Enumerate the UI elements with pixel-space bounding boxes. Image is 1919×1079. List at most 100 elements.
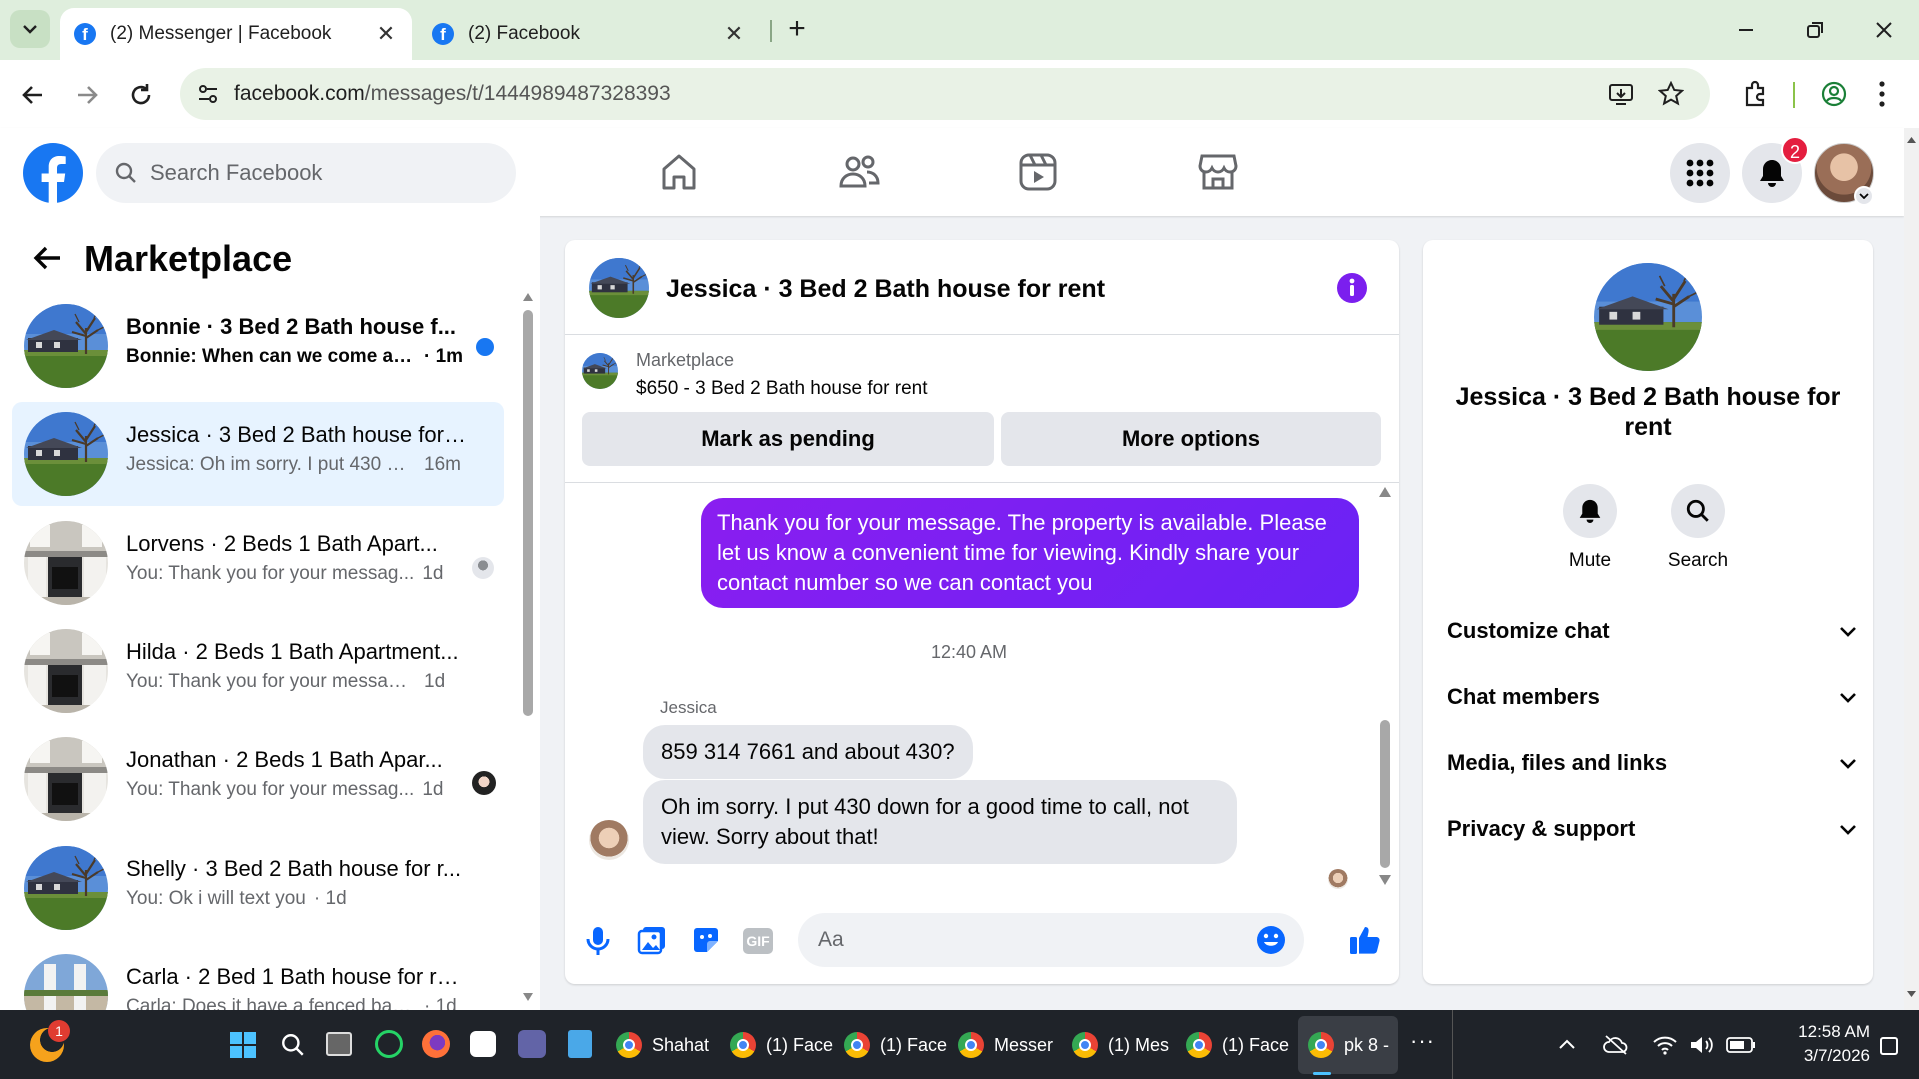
task-view-icon[interactable] [326, 1032, 352, 1056]
chrome-icon [844, 1032, 870, 1058]
clock-date[interactable]: 3/7/2026 [1770, 1046, 1870, 1066]
home-icon[interactable] [657, 150, 701, 194]
info-avatar[interactable] [1594, 263, 1702, 371]
info-icon[interactable] [1336, 272, 1368, 304]
section-customize-chat[interactable]: Customize chat [1447, 618, 1857, 644]
back-arrow-icon[interactable] [20, 82, 46, 108]
incoming-message-bubble[interactable]: 859 314 7661 and about 430? [643, 725, 973, 779]
taskbar-app[interactable]: (1) Face [730, 1028, 833, 1062]
conversation-row[interactable]: Hilda · 2 Beds 1 Bath Apartment... You: T… [12, 619, 504, 723]
windows-start-icon[interactable] [230, 1032, 256, 1058]
section-chat-members[interactable]: Chat members [1447, 684, 1857, 710]
tab-title: (2) Facebook [468, 23, 580, 44]
listing-title[interactable]: $650 - 3 Bed 2 Bath house for rent [636, 378, 928, 400]
mark-as-pending-button[interactable]: Mark as pending [582, 412, 994, 466]
browser-tab-facebook[interactable]: f (2) Facebook ✕ [418, 8, 760, 60]
thumbs-up-icon[interactable] [1349, 924, 1381, 956]
friends-icon[interactable] [837, 150, 881, 194]
search-icon[interactable] [280, 1032, 306, 1058]
search-icon [115, 162, 136, 183]
new-tab-button[interactable]: + [780, 10, 814, 48]
cloud-offline-icon[interactable] [1603, 1034, 1629, 1056]
browser-menu-icon[interactable] [1878, 80, 1886, 108]
taskbar-app[interactable]: (1) Mes [1072, 1028, 1169, 1062]
conversation-row[interactable]: Shelly · 3 Bed 2 Bath house for r... You:… [12, 836, 504, 940]
more-options-button[interactable]: More options [1001, 412, 1381, 466]
clock-time[interactable]: 12:58 AM [1770, 1022, 1870, 1042]
facebook-logo-icon[interactable] [23, 143, 83, 203]
tab-search-button[interactable] [10, 10, 50, 48]
taskbar-app[interactable]: Shahat [616, 1028, 709, 1062]
conversation-row[interactable]: Lorvens · 2 Beds 1 Bath Apart... You: Tha… [12, 511, 504, 615]
listing-thumbnail[interactable] [582, 353, 618, 389]
mute-button[interactable] [1563, 484, 1617, 538]
account-chevron-icon[interactable] [1854, 186, 1874, 206]
site-info-icon[interactable] [196, 82, 220, 106]
chat-header-title[interactable]: Jessica · 3 Bed 2 Bath house for rent [666, 275, 1105, 304]
wifi-icon[interactable] [1652, 1034, 1678, 1056]
attach-photo-icon[interactable] [637, 925, 667, 955]
section-media-files-links[interactable]: Media, files and links [1447, 750, 1857, 776]
back-arrow-icon[interactable] [32, 244, 62, 272]
taskbar-overflow-button[interactable]: ··· [1410, 1028, 1435, 1054]
taskbar-app[interactable]: (1) Face [844, 1028, 947, 1062]
browser-tab-messenger[interactable]: f (2) Messenger | Facebook ✕ [60, 8, 412, 60]
incoming-message-bubble[interactable]: Oh im sorry. I put 430 down for a good t… [643, 780, 1237, 864]
notepad-icon[interactable] [568, 1030, 592, 1058]
reload-icon[interactable] [128, 82, 154, 108]
taskbar-app[interactable]: (1) Face [1186, 1028, 1289, 1062]
extensions-icon[interactable] [1741, 80, 1769, 108]
search-in-chat-button[interactable] [1671, 484, 1725, 538]
firefox-icon[interactable] [422, 1030, 450, 1058]
chrome-icon [1072, 1032, 1098, 1058]
taskbar-app[interactable]: Messer [958, 1028, 1053, 1062]
chat-header-avatar[interactable] [589, 258, 649, 318]
teams-icon[interactable] [518, 1030, 546, 1058]
message-composer-input[interactable]: Aa [798, 913, 1304, 967]
forward-arrow-icon[interactable] [74, 82, 100, 108]
emoji-icon[interactable] [1256, 925, 1286, 955]
whatsapp-icon[interactable] [375, 1030, 403, 1058]
conversation-row[interactable]: Bonnie · 3 Bed 2 Bath house f... Bonnie: … [12, 294, 504, 398]
notification-center-icon[interactable] [1880, 1037, 1898, 1055]
gif-button[interactable]: GIF [743, 928, 773, 954]
sender-avatar[interactable] [589, 820, 629, 860]
volume-icon[interactable] [1689, 1034, 1715, 1056]
capcut-icon[interactable] [470, 1031, 496, 1057]
marketplace-icon[interactable] [1196, 150, 1240, 194]
sidebar-scroll-thumb[interactable] [523, 310, 533, 716]
menu-grid-button[interactable] [1670, 143, 1730, 203]
restore-icon[interactable] [1805, 20, 1825, 40]
conversation-sidebar: Marketplace Bonnie · 3 Bed 2 Bath house … [0, 216, 540, 1038]
microphone-icon[interactable] [585, 925, 611, 957]
minimize-icon[interactable] [1736, 20, 1756, 40]
conversation-snippet: You: Thank you for your messag... [126, 779, 415, 801]
window-close-icon[interactable] [1874, 20, 1894, 40]
seen-avatar-icon [472, 771, 496, 796]
chat-scroll-down-icon[interactable] [1378, 874, 1392, 886]
battery-icon[interactable] [1726, 1036, 1756, 1054]
tab-close-icon[interactable]: ✕ [722, 21, 746, 47]
conversation-title: Jonathan · 2 Beds 1 Bath Apar... [126, 747, 443, 773]
section-privacy-support[interactable]: Privacy & support [1447, 816, 1857, 842]
sidebar-scrollbar[interactable] [520, 292, 536, 1010]
tab-close-icon[interactable]: ✕ [374, 21, 398, 47]
conversation-avatar [24, 737, 108, 822]
install-app-icon[interactable] [1608, 82, 1634, 106]
tab-title: (2) Messenger | Facebook [110, 23, 332, 44]
address-bar[interactable]: facebook.com/messages/t/1444989487328393 [180, 68, 1710, 120]
chat-scroll-up-icon[interactable] [1378, 486, 1392, 498]
taskbar-app-active[interactable]: pk 8 - [1308, 1028, 1389, 1062]
conversation-avatar [24, 845, 108, 930]
conversation-row[interactable]: Jonathan · 2 Beds 1 Bath Apar... You: Tha… [12, 727, 504, 831]
conversation-row[interactable]: Jessica · 3 Bed 2 Bath house for ... Jess… [12, 402, 504, 507]
chat-scroll-thumb[interactable] [1380, 720, 1390, 868]
page-scrollbar[interactable] [1904, 128, 1919, 1010]
bookmark-star-icon[interactable] [1658, 81, 1684, 107]
sticker-icon[interactable] [691, 925, 721, 955]
profile-icon[interactable] [1820, 80, 1848, 108]
chevron-up-icon[interactable] [1558, 1038, 1576, 1050]
video-icon[interactable] [1016, 150, 1060, 194]
facebook-search-input[interactable]: Search Facebook [96, 143, 516, 203]
outgoing-message-bubble[interactable]: Thank you for your message. The property… [701, 498, 1359, 608]
